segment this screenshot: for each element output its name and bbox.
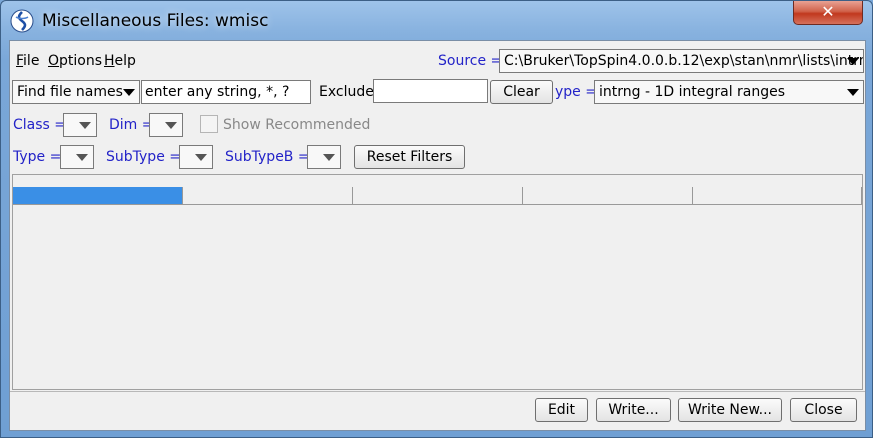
close-icon: ✕ <box>821 2 835 21</box>
menu-help[interactable]: Help <box>104 53 136 69</box>
subtype-label: SubType = <box>106 149 181 165</box>
dropdown-arrow-icon <box>847 89 859 96</box>
table-header-cell[interactable] <box>693 187 862 204</box>
dropdown-arrow-icon <box>123 89 135 96</box>
dropdown-arrow-icon <box>79 122 91 129</box>
subtypeb-label: SubTypeB = <box>225 149 310 165</box>
find-input-text: enter any string, *, ? <box>145 84 290 100</box>
find-input[interactable]: enter any string, *, ? <box>141 80 311 104</box>
close-button[interactable]: Close <box>790 398 857 422</box>
type-select-label: ype = <box>555 84 597 100</box>
dropdown-arrow-icon <box>323 154 335 161</box>
menu-options[interactable]: Options <box>48 53 102 69</box>
source-label: Source = <box>438 53 503 69</box>
menu-file[interactable]: File <box>16 53 39 69</box>
write-new-button-label: Write New... <box>687 402 772 418</box>
bottom-separator <box>10 391 865 392</box>
source-value: C:\Bruker\TopSpin4.0.0.b.12\exp\stan\nmr… <box>504 53 864 69</box>
window-close-button[interactable]: ✕ <box>793 1 863 25</box>
exclude-input[interactable] <box>373 79 488 103</box>
class-select[interactable] <box>63 113 97 137</box>
class-label: Class = <box>13 117 67 133</box>
type-filter-label: Type = <box>13 149 62 165</box>
close-button-label: Close <box>804 402 843 418</box>
table-header-cell[interactable] <box>183 187 353 204</box>
find-mode-value: Find file names <box>17 84 123 100</box>
type-filter-select[interactable] <box>60 145 94 169</box>
table-header <box>13 187 862 205</box>
write-button[interactable]: Write... <box>596 398 671 422</box>
edit-button[interactable]: Edit <box>535 398 588 422</box>
reset-filters-button[interactable]: Reset Filters <box>354 145 465 169</box>
show-recommended-checkbox[interactable] <box>200 115 218 133</box>
title-bar[interactable]: Miscellaneous Files: wmisc ✕ <box>1 1 872 39</box>
type-select-value: intrng - 1D integral ranges <box>599 84 786 100</box>
dropdown-arrow-icon <box>76 154 88 161</box>
exclude-label: Exclude: <box>319 84 379 100</box>
type-select[interactable]: intrng - 1D integral ranges <box>594 80 864 104</box>
dim-select[interactable] <box>149 113 183 137</box>
table-header-cell[interactable] <box>353 187 523 204</box>
topspin-app-icon <box>10 9 34 33</box>
dropdown-arrow-icon <box>195 154 207 161</box>
table-header-cell[interactable] <box>523 187 693 204</box>
clear-button[interactable]: Clear <box>490 80 553 104</box>
app-window: Miscellaneous Files: wmisc ✕ File Option… <box>0 0 873 438</box>
file-table[interactable] <box>12 174 863 390</box>
table-header-cell-selected[interactable] <box>13 187 183 204</box>
write-button-label: Write... <box>608 402 659 418</box>
dim-label: Dim = <box>109 117 154 133</box>
window-title: Miscellaneous Files: wmisc <box>42 11 269 31</box>
dropdown-arrow-icon <box>165 122 177 129</box>
show-recommended-label: Show Recommended <box>223 117 371 133</box>
dropdown-arrow-icon <box>847 58 859 65</box>
menu-row: File Options Help Source = C:\Bruker\Top… <box>10 41 865 73</box>
edit-button-label: Edit <box>547 402 576 418</box>
subtype-select[interactable] <box>179 145 213 169</box>
source-select[interactable]: C:\Bruker\TopSpin4.0.0.b.12\exp\stan\nmr… <box>499 49 864 73</box>
dialog-body: File Options Help Source = C:\Bruker\Top… <box>9 40 866 431</box>
find-mode-select[interactable]: Find file names <box>12 80 140 104</box>
write-new-button[interactable]: Write New... <box>678 398 782 422</box>
subtypeb-select[interactable] <box>307 145 341 169</box>
